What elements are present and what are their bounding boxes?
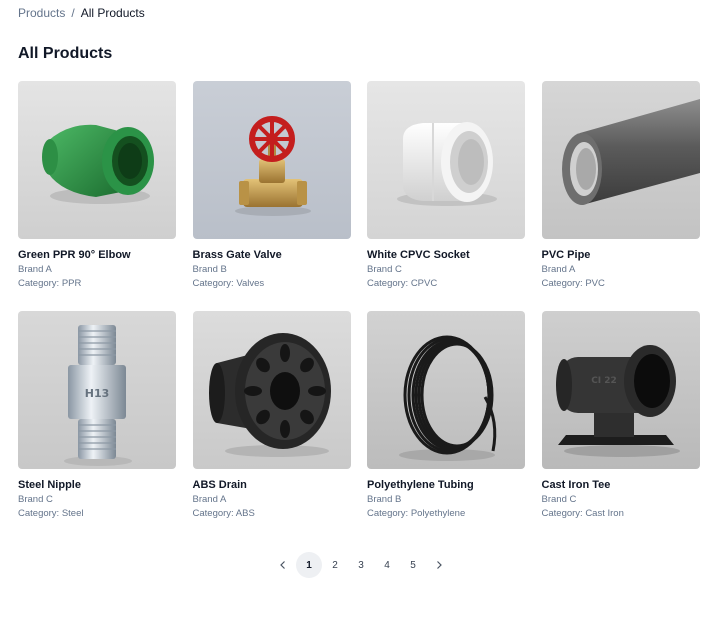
product-category: Category: CPVC bbox=[367, 278, 438, 289]
product-brand: Brand B bbox=[367, 494, 402, 505]
product-name[interactable]: ABS Drain bbox=[193, 479, 351, 491]
product-category: Category: PVC bbox=[541, 278, 605, 289]
product-name[interactable]: PVC Pipe bbox=[542, 249, 700, 261]
product-image-gate-valve[interactable] bbox=[192, 81, 351, 239]
page-button-5[interactable]: 5 bbox=[400, 552, 426, 578]
product-category: Category: Cast Iron bbox=[541, 508, 624, 519]
product-name[interactable]: Steel Nipple bbox=[18, 479, 176, 491]
product-card[interactable]: Polyethylene Tubing Brand B Category: Po… bbox=[367, 311, 525, 541]
product-name[interactable]: White CPVC Socket bbox=[367, 249, 525, 261]
product-name[interactable]: Green PPR 90° Elbow bbox=[18, 249, 176, 261]
product-grid: Green PPR 90° Elbow Brand A Category: PP… bbox=[18, 81, 700, 541]
product-card[interactable]: PVC Pipe Brand A Category: PVC bbox=[541, 81, 700, 311]
product-image-cpvc-socket[interactable] bbox=[367, 81, 525, 239]
product-name[interactable]: Brass Gate Valve bbox=[193, 249, 351, 261]
svg-text:CI 22: CI 22 bbox=[591, 376, 617, 386]
product-brand: Brand C bbox=[541, 494, 577, 505]
product-brand: Brand B bbox=[192, 264, 227, 275]
breadcrumb-separator: / bbox=[71, 6, 75, 20]
product-card[interactable]: CI 22 Cast Iron Tee Brand C Category: Ca… bbox=[541, 311, 700, 541]
product-category: Category: Polyethylene bbox=[367, 508, 466, 519]
pagination: 1 2 3 4 5 bbox=[270, 552, 452, 578]
product-card[interactable]: Brass Gate Valve Brand B Category: Valve… bbox=[192, 81, 351, 311]
product-card[interactable]: Green PPR 90° Elbow Brand A Category: PP… bbox=[18, 81, 176, 311]
breadcrumb: Products / All Products bbox=[18, 6, 145, 20]
page-button-4[interactable]: 4 bbox=[374, 552, 400, 578]
product-category: Category: PPR bbox=[18, 278, 82, 289]
product-image-cast-iron-tee[interactable]: CI 22 bbox=[541, 311, 700, 469]
product-image-ppr-elbow[interactable] bbox=[18, 81, 176, 239]
product-card[interactable]: ABS Drain Brand A Category: ABS bbox=[192, 311, 351, 541]
product-image-steel-nipple[interactable]: H13 bbox=[18, 311, 176, 469]
product-card[interactable]: White CPVC Socket Brand C Category: CPVC bbox=[367, 81, 525, 311]
svg-text:H13: H13 bbox=[85, 387, 110, 400]
product-image-pvc-pipe[interactable] bbox=[541, 81, 700, 239]
product-category: Category: Valves bbox=[192, 278, 265, 289]
chevron-left-icon[interactable] bbox=[270, 552, 296, 578]
product-category: Category: ABS bbox=[192, 508, 255, 519]
product-brand: Brand A bbox=[18, 264, 52, 275]
product-name[interactable]: Polyethylene Tubing bbox=[367, 479, 525, 491]
page-button-1[interactable]: 1 bbox=[296, 552, 322, 578]
product-name[interactable]: Cast Iron Tee bbox=[542, 479, 700, 491]
product-brand: Brand C bbox=[367, 264, 402, 275]
product-image-polyethylene-tubing[interactable] bbox=[367, 311, 525, 469]
product-brand: Brand A bbox=[192, 494, 227, 505]
product-brand: Brand C bbox=[18, 494, 53, 505]
page-title: All Products bbox=[18, 45, 113, 62]
product-brand: Brand A bbox=[541, 264, 576, 275]
product-image-abs-drain[interactable] bbox=[192, 311, 351, 469]
breadcrumb-products-link[interactable]: Products bbox=[18, 6, 65, 20]
product-category: Category: Steel bbox=[18, 508, 84, 519]
chevron-right-icon[interactable] bbox=[426, 552, 452, 578]
breadcrumb-current: All Products bbox=[80, 6, 145, 20]
page-button-2[interactable]: 2 bbox=[322, 552, 348, 578]
product-card[interactable]: H13 Steel Nipple Brand C Category: Steel bbox=[18, 311, 176, 541]
page-button-3[interactable]: 3 bbox=[348, 552, 374, 578]
